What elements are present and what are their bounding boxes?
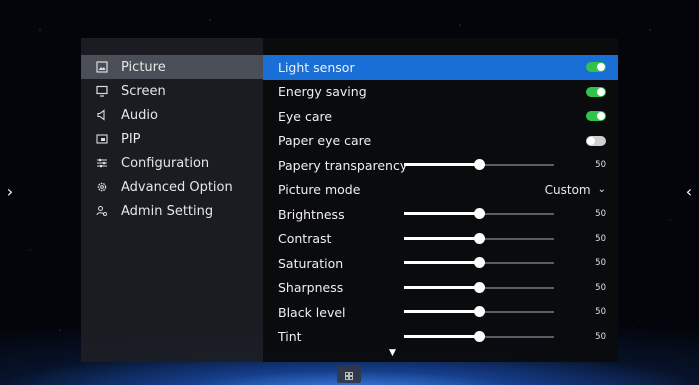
sharpness-row[interactable]: Sharpness 50 xyxy=(263,276,618,301)
tint-row[interactable]: Tint 50 xyxy=(263,325,618,350)
slider-handle[interactable] xyxy=(474,306,485,318)
sidebar-item-label: Screen xyxy=(121,83,166,99)
brightness-slider[interactable] xyxy=(404,208,554,220)
gear-icon xyxy=(95,180,109,194)
black-level-value: 50 xyxy=(595,307,606,318)
sidebar-item-admin-setting[interactable]: Admin Setting xyxy=(81,199,263,223)
sidebar-item-label: Picture xyxy=(121,59,166,75)
sidebar-item-audio[interactable]: Audio xyxy=(81,103,263,127)
sharpness-slider[interactable] xyxy=(404,281,554,293)
chevron-down-icon[interactable]: ⌄ xyxy=(598,184,606,195)
black-level-label: Black level xyxy=(278,304,346,320)
brightness-value: 50 xyxy=(595,209,606,220)
tint-slider[interactable] xyxy=(404,330,554,342)
sharpness-value: 50 xyxy=(595,282,606,293)
picture-icon xyxy=(95,60,109,74)
sidebar-item-label: Configuration xyxy=(121,155,210,171)
caret-down-icon[interactable]: ▼ xyxy=(389,348,396,358)
contrast-slider[interactable] xyxy=(404,232,554,244)
brightness-row[interactable]: Brightness 50 xyxy=(263,202,618,227)
admin-icon xyxy=(95,204,109,218)
settings-sidebar: Picture Screen Audio PIP Configuration A… xyxy=(81,38,263,362)
energy-saving-label: Energy saving xyxy=(278,84,367,100)
pip-icon xyxy=(95,132,109,146)
sidebar-item-label: Advanced Option xyxy=(121,179,233,195)
paper-eye-care-label: Paper eye care xyxy=(278,133,372,149)
light-sensor-row[interactable]: Light sensor xyxy=(263,55,618,80)
eye-care-toggle[interactable] xyxy=(586,111,606,122)
sidebar-item-label: Audio xyxy=(121,107,158,123)
sidebar-item-configuration[interactable]: Configuration xyxy=(81,151,263,175)
paper-eye-care-row[interactable]: Paper eye care xyxy=(263,129,618,154)
energy-saving-row[interactable]: Energy saving xyxy=(263,80,618,105)
sidebar-item-advanced-option[interactable]: Advanced Option xyxy=(81,175,263,199)
tint-label: Tint xyxy=(278,329,302,345)
contrast-label: Contrast xyxy=(278,231,332,247)
eye-care-row[interactable]: Eye care xyxy=(263,104,618,129)
slider-handle[interactable] xyxy=(474,232,485,244)
picture-mode-row[interactable]: Picture mode Custom ⌄ xyxy=(263,178,618,203)
speaker-icon xyxy=(95,108,109,122)
light-sensor-label: Light sensor xyxy=(278,59,355,75)
picture-settings-list: Light sensor Energy saving Eye care Pape… xyxy=(263,38,618,362)
slider-handle[interactable] xyxy=(474,281,485,293)
chevron-left-icon[interactable]: ‹ xyxy=(683,182,695,202)
contrast-value: 50 xyxy=(595,233,606,244)
slider-handle[interactable] xyxy=(474,159,485,171)
sharpness-label: Sharpness xyxy=(278,280,344,296)
picture-mode-value[interactable]: Custom xyxy=(545,183,591,197)
home-button[interactable] xyxy=(337,365,361,383)
paper-eye-care-toggle[interactable] xyxy=(586,135,606,146)
contrast-row[interactable]: Contrast 50 xyxy=(263,227,618,252)
monitor-icon xyxy=(95,84,109,98)
eye-care-label: Eye care xyxy=(278,108,333,124)
brightness-label: Brightness xyxy=(278,206,345,222)
papery-transparency-label: Papery transparency xyxy=(278,157,408,173)
settings-panel: Picture Screen Audio PIP Configuration A… xyxy=(81,38,618,362)
black-level-slider[interactable] xyxy=(404,306,554,318)
energy-saving-toggle[interactable] xyxy=(586,86,606,97)
papery-transparency-row[interactable]: Papery transparency 50 xyxy=(263,153,618,178)
papery-transparency-value: 50 xyxy=(595,160,606,171)
sidebar-item-label: Admin Setting xyxy=(121,203,214,219)
sidebar-item-pip[interactable]: PIP xyxy=(81,127,263,151)
slider-handle[interactable] xyxy=(474,330,485,342)
sidebar-item-label: PIP xyxy=(121,131,141,147)
slider-handle[interactable] xyxy=(474,208,485,220)
chevron-right-icon[interactable]: › xyxy=(4,182,16,202)
saturation-row[interactable]: Saturation 50 xyxy=(263,251,618,276)
screen: › ‹ Picture Screen Audio PIP Configurati… xyxy=(0,0,699,385)
saturation-slider[interactable] xyxy=(404,257,554,269)
slider-handle[interactable] xyxy=(474,257,485,269)
papery-transparency-slider[interactable] xyxy=(404,159,554,171)
sidebar-item-picture[interactable]: Picture xyxy=(81,55,263,79)
sidebar-item-screen[interactable]: Screen xyxy=(81,79,263,103)
light-sensor-toggle[interactable] xyxy=(586,62,606,73)
grid-icon xyxy=(345,365,353,384)
saturation-label: Saturation xyxy=(278,255,344,271)
picture-mode-label: Picture mode xyxy=(278,182,361,198)
black-level-row[interactable]: Black level 50 xyxy=(263,300,618,325)
tint-value: 50 xyxy=(595,331,606,342)
saturation-value: 50 xyxy=(595,258,606,269)
sliders-icon xyxy=(95,156,109,170)
